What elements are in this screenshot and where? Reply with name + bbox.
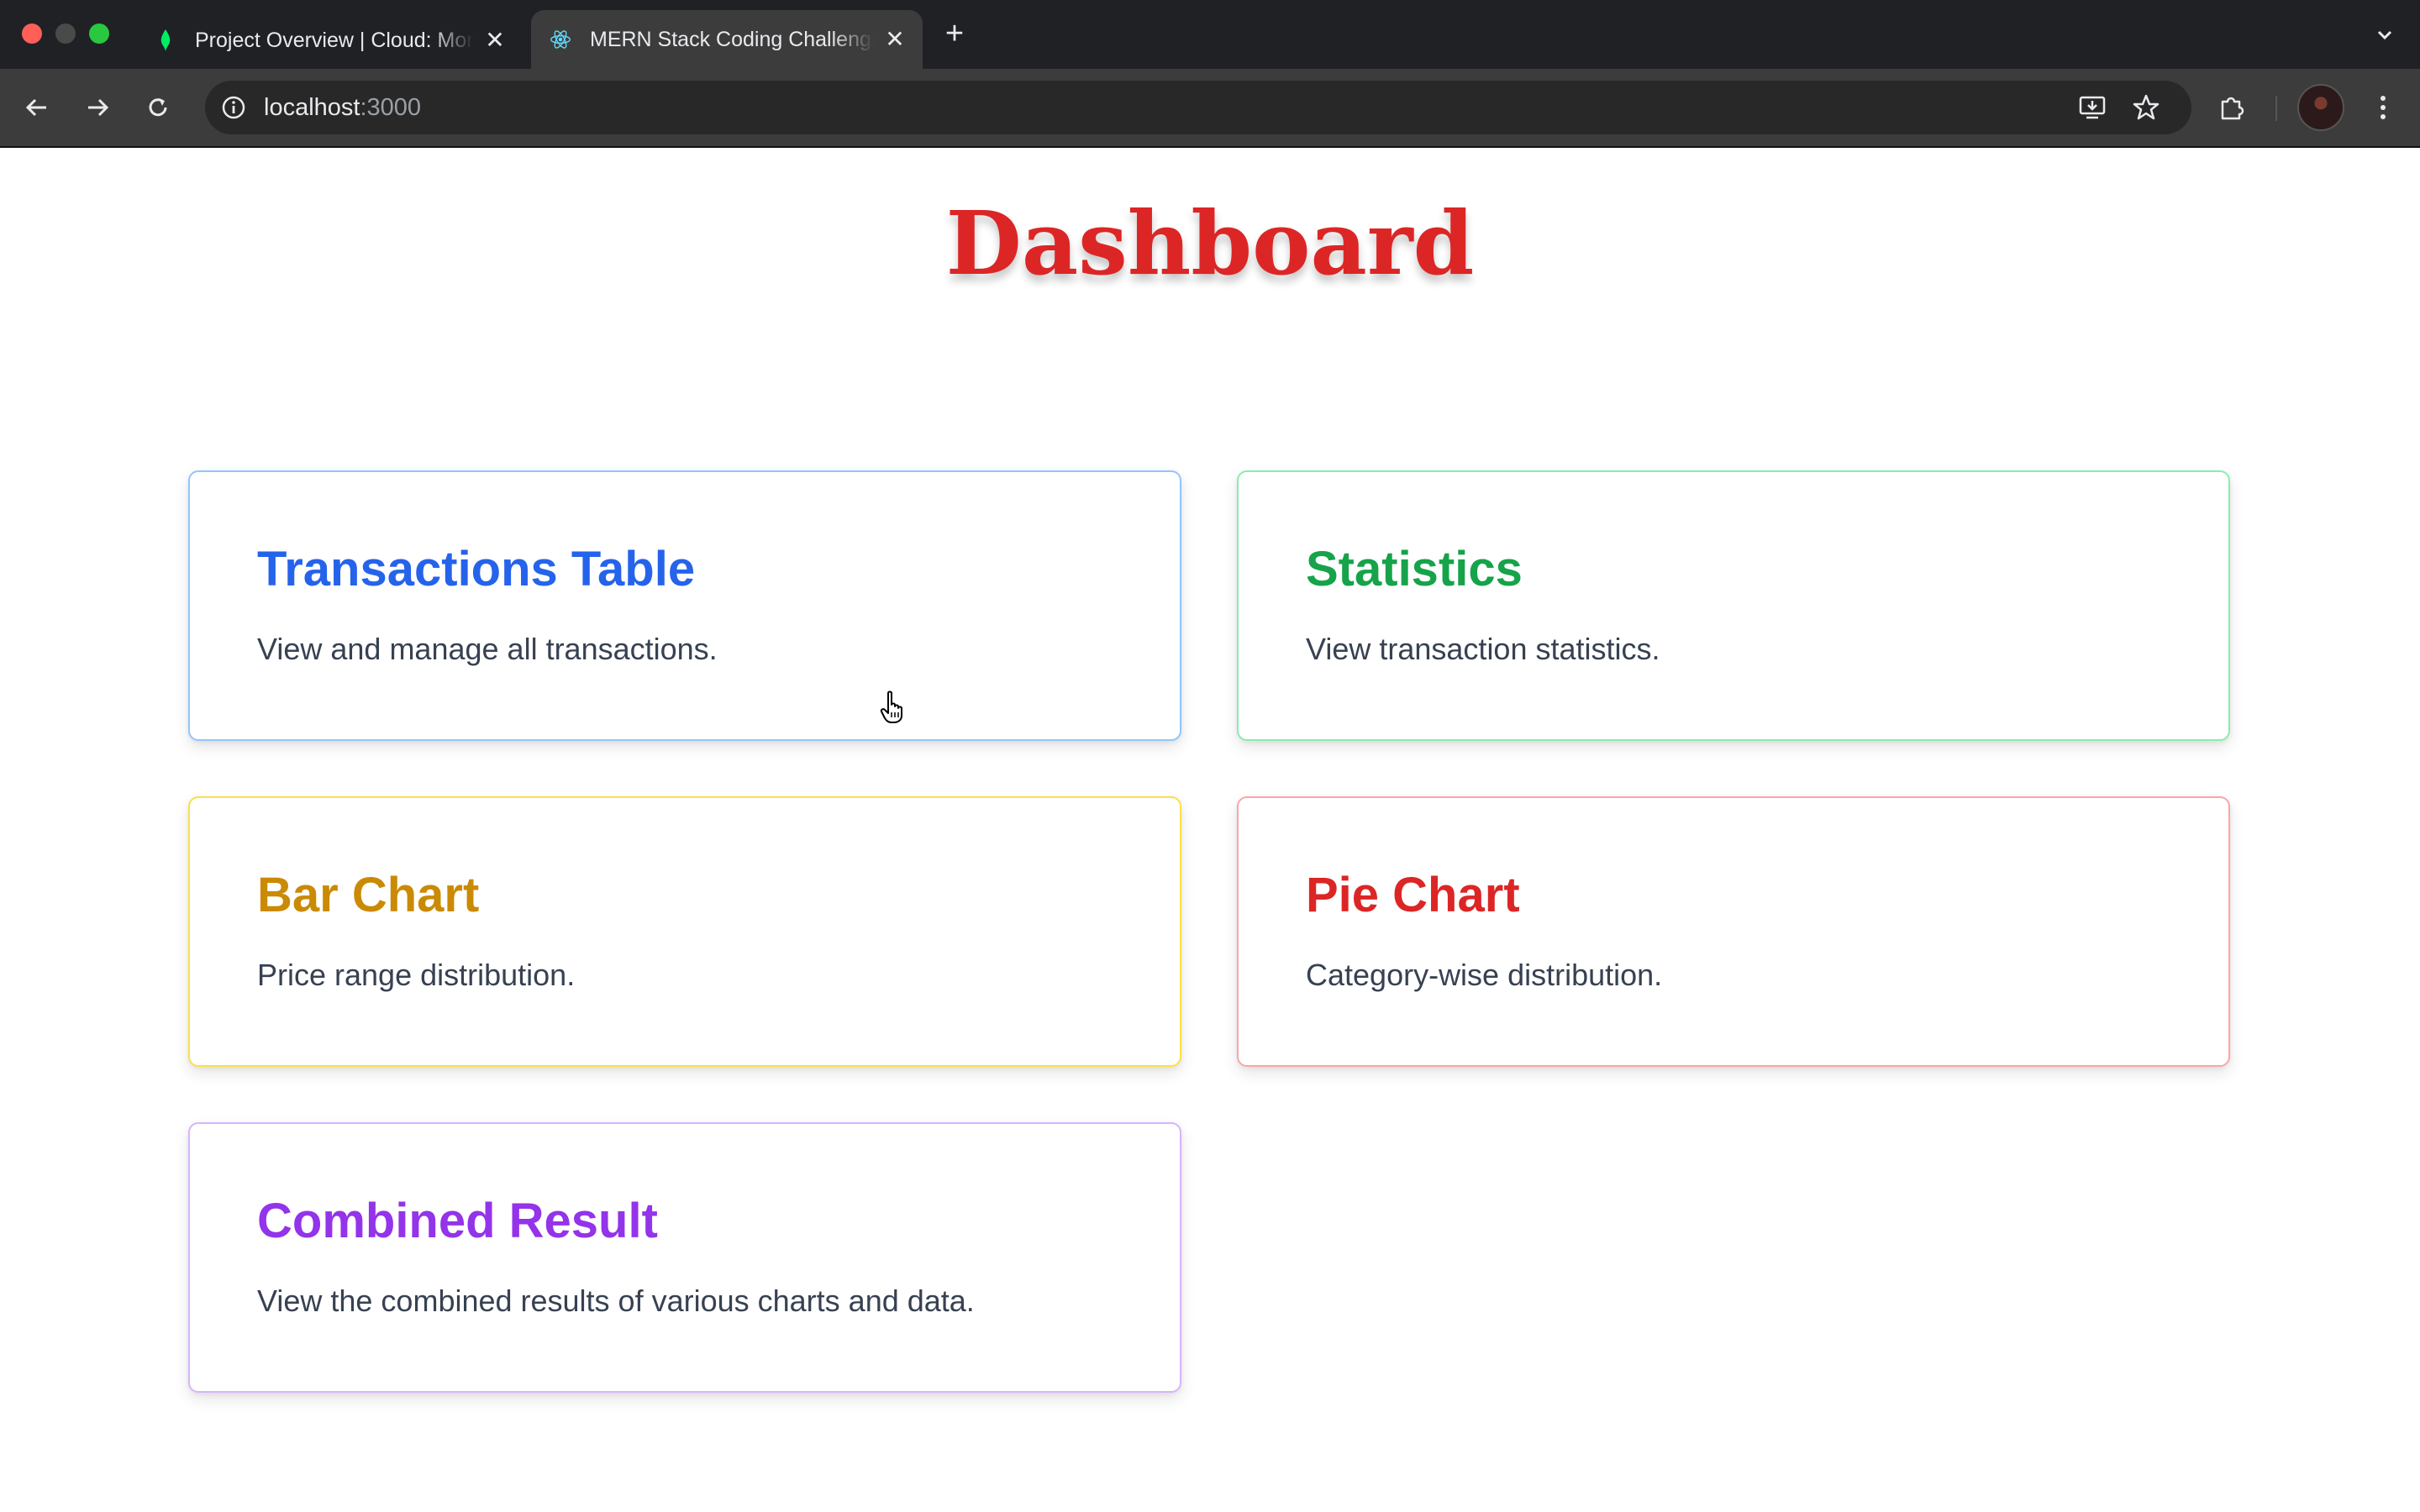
extensions-puzzle-icon[interactable]: [2212, 87, 2252, 128]
bookmark-star-icon[interactable]: [2131, 92, 2161, 123]
card-statistics[interactable]: Statistics View transaction statistics.: [1237, 470, 2230, 741]
url-text[interactable]: localhost:3000: [264, 81, 421, 134]
close-window-button[interactable]: [22, 24, 42, 44]
tab-mern-challenge[interactable]: MERN Stack Coding Challenge ✕: [531, 10, 923, 69]
tab-title: MERN Stack Coding Challenge: [590, 27, 874, 51]
card-description: View the combined results of various cha…: [257, 1284, 975, 1318]
tab-project-overview[interactable]: Project Overview | Cloud: MongoDB Cloud …: [136, 12, 523, 69]
card-pie-chart[interactable]: Pie Chart Category-wise distribution.: [1237, 796, 2230, 1067]
card-title: Bar Chart: [257, 868, 480, 922]
react-atom-icon: [550, 29, 571, 50]
card-title: Statistics: [1306, 542, 1523, 596]
card-title: Transactions Table: [257, 542, 696, 596]
maximize-window-button[interactable]: [89, 24, 109, 44]
browser-toolbar: localhost:3000: [0, 69, 2420, 146]
page-title: Dashboard: [945, 192, 1475, 295]
hand-pointer-cursor-icon: [879, 690, 908, 724]
close-icon[interactable]: ✕: [882, 27, 908, 52]
url-host: localhost: [264, 94, 360, 121]
card-title: Combined Result: [257, 1194, 658, 1248]
reload-icon[interactable]: [138, 87, 178, 128]
back-arrow-icon[interactable]: [17, 87, 57, 128]
card-bar-chart[interactable]: Bar Chart Price range distribution.: [188, 796, 1181, 1067]
card-transactions-table[interactable]: Transactions Table View and manage all t…: [188, 470, 1181, 741]
site-info-icon[interactable]: [218, 92, 249, 123]
card-description: Category-wise distribution.: [1306, 958, 1663, 992]
install-app-icon[interactable]: [2077, 92, 2107, 123]
card-description: View and manage all transactions.: [257, 632, 718, 666]
tab-title: Project Overview | Cloud: MongoDB Cloud: [195, 28, 474, 52]
close-icon[interactable]: ✕: [482, 28, 508, 53]
new-tab-button[interactable]: +: [939, 18, 970, 50]
toolbar-border: [0, 146, 2420, 148]
address-bar[interactable]: localhost:3000: [205, 81, 2191, 134]
card-description: View transaction statistics.: [1306, 632, 1660, 666]
mongodb-leaf-icon: [155, 29, 176, 51]
profile-avatar[interactable]: [2297, 84, 2344, 131]
forward-arrow-icon[interactable]: [77, 87, 118, 128]
tab-search-chevron-icon[interactable]: [2371, 22, 2398, 49]
card-description: Price range distribution.: [257, 958, 576, 992]
more-menu-icon[interactable]: [2363, 87, 2403, 128]
card-combined-result[interactable]: Combined Result View the combined result…: [188, 1122, 1181, 1393]
tab-strip: Project Overview | Cloud: MongoDB Cloud …: [0, 0, 2420, 69]
minimize-window-button[interactable]: [55, 24, 76, 44]
toolbar-divider: [2275, 96, 2277, 121]
card-title: Pie Chart: [1306, 868, 1520, 922]
url-port: :3000: [360, 94, 422, 121]
